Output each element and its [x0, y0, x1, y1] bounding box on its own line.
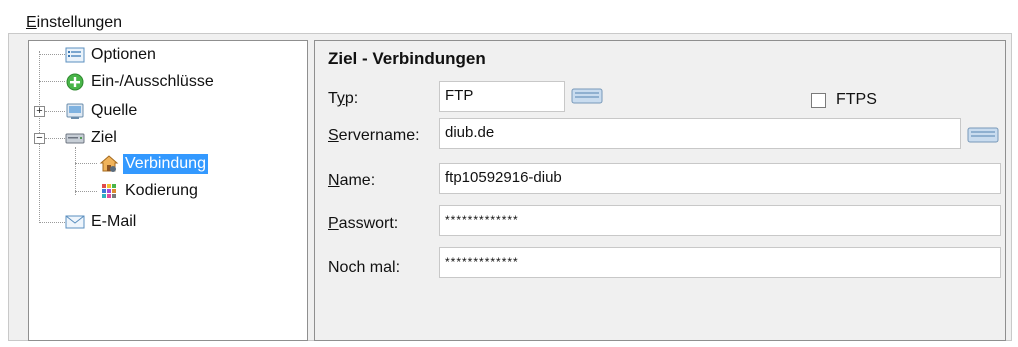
- tree-item-optionen[interactable]: Optionen: [65, 43, 158, 67]
- server-icon: [65, 128, 85, 148]
- servername-field[interactable]: diub.de: [439, 118, 961, 149]
- tree-item-ein-ausschluesse[interactable]: Ein-/Ausschlüsse: [65, 70, 216, 94]
- name-field[interactable]: ftp10592916-diub: [439, 163, 1001, 194]
- tree-item-label: Optionen: [91, 46, 156, 63]
- ftps-label: FTPS: [836, 91, 877, 108]
- tree-item-email[interactable]: E-Mail: [65, 210, 138, 234]
- tree-item-label: Ziel: [91, 129, 117, 146]
- tree-item-label: E-Mail: [91, 213, 137, 230]
- name-label: Name:: [328, 172, 376, 189]
- servername-label: Servername:: [328, 127, 420, 144]
- expand-quelle-button[interactable]: +: [34, 106, 45, 117]
- encoding-grid-icon: [99, 181, 119, 201]
- email-envelope-icon: [65, 212, 85, 232]
- tree-item-quelle[interactable]: Quelle: [65, 99, 139, 123]
- options-list-icon: [65, 45, 85, 65]
- tree-connector: [45, 111, 65, 112]
- tree-item-kodierung[interactable]: Kodierung: [99, 179, 200, 203]
- tree-item-verbindung[interactable]: Verbindung: [99, 152, 208, 176]
- tree-item-label: Kodierung: [125, 182, 198, 199]
- connection-panel: Ziel - Verbindungen Typ: FTP FTPS Server…: [314, 40, 1006, 341]
- typ-label: Typ:: [328, 90, 359, 107]
- tree-connector: [39, 222, 65, 223]
- tree-item-label: Quelle: [91, 102, 138, 119]
- password-confirm-field[interactable]: *************: [439, 247, 1001, 278]
- tree-connector: [75, 191, 97, 192]
- typ-field[interactable]: FTP: [439, 81, 565, 112]
- collapse-ziel-button[interactable]: −: [34, 133, 45, 144]
- tree-connector: [39, 54, 65, 55]
- settings-group-title: Einstellungen: [26, 14, 123, 31]
- ftps-checkbox[interactable]: FTPS: [811, 91, 877, 109]
- tree-connector: [39, 81, 65, 82]
- tree-connector: [45, 138, 65, 139]
- keyboard-icon: [967, 127, 999, 143]
- settings-tree[interactable]: + − Optionen Ein-/Ausschlüsse Quelle Zie…: [28, 40, 308, 341]
- servername-picker-button[interactable]: [967, 124, 999, 146]
- panel-title: Ziel - Verbindungen: [328, 49, 486, 68]
- source-icon: [65, 101, 85, 121]
- password-field[interactable]: *************: [439, 205, 1001, 236]
- connection-house-icon: [99, 154, 119, 174]
- add-green-icon: [65, 72, 85, 92]
- keyboard-icon: [571, 88, 603, 104]
- ftps-checkbox-box[interactable]: [811, 92, 826, 108]
- typ-picker-button[interactable]: [571, 85, 603, 107]
- tree-item-ziel[interactable]: Ziel: [65, 126, 119, 150]
- tree-connector: [75, 163, 97, 164]
- tree-item-label: Ein-/Ausschlüsse: [91, 73, 214, 90]
- passwort-label: Passwort:: [328, 215, 399, 232]
- tree-item-label: Verbindung: [123, 154, 208, 174]
- noch-mal-label: Noch mal:: [328, 259, 401, 276]
- tree-connector: [75, 147, 76, 195]
